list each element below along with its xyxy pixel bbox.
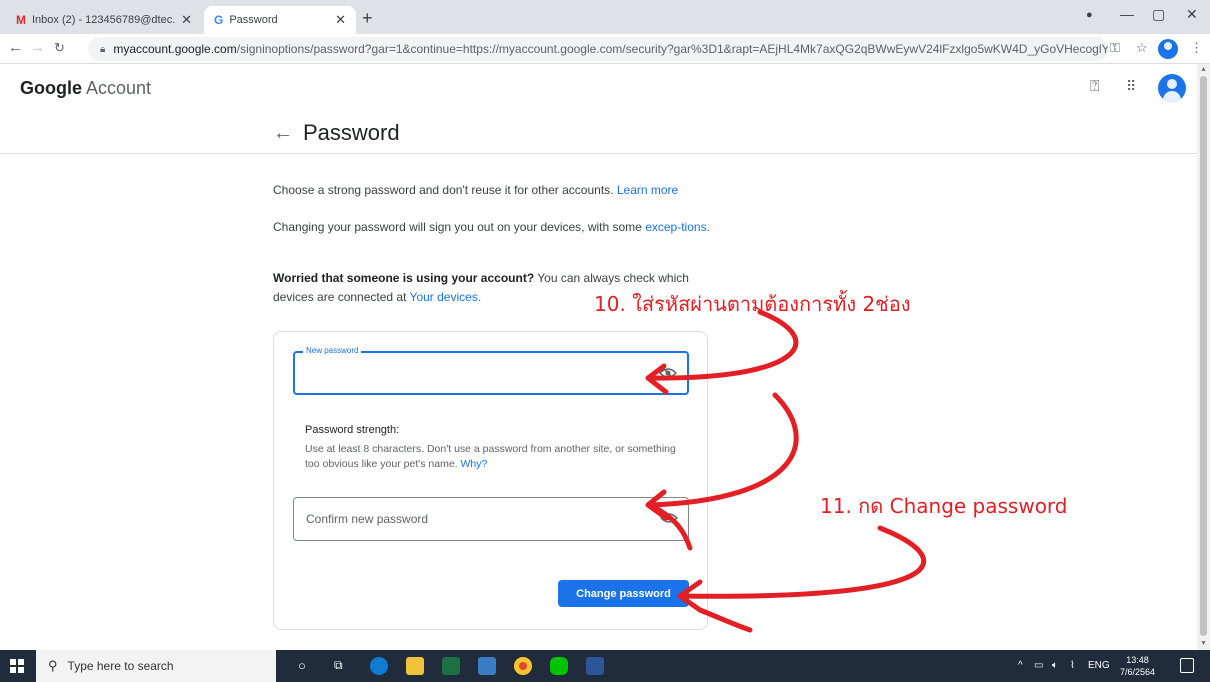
chrome-profile-avatar[interactable]: [1158, 39, 1178, 59]
confirm-password-field[interactable]: Confirm new password: [293, 497, 689, 541]
cortana-icon[interactable]: ○: [298, 658, 306, 673]
minimize-icon[interactable]: —: [1120, 6, 1134, 22]
key-icon[interactable]: ⚿: [1110, 40, 1120, 56]
address-bar[interactable]: 🔒︎ myaccount.google.com /signinoptions/p…: [88, 37, 1108, 61]
intro-text: Choose a strong password and don't reuse…: [273, 183, 679, 197]
search-icon: ⚲: [48, 658, 58, 673]
google-wordmark: Google: [20, 78, 82, 98]
learn-more-link[interactable]: Learn more: [617, 183, 678, 197]
back-icon[interactable]: ←: [8, 39, 23, 56]
browser-toolbar: ← → ↻ 🔒︎ myaccount.google.com /signinopt…: [0, 34, 1210, 64]
clock-date: 7/6/2564: [1120, 667, 1156, 677]
chrome-menu-icon[interactable]: ⋮: [1190, 40, 1203, 56]
windows-taskbar: ⚲ Type here to search ○ ⧉ ^ ▭ 🔈︎ ⌇ ENG 1…: [0, 650, 1210, 682]
incognito-icon[interactable]: ●: [1086, 9, 1093, 21]
google-account-header: Google Account ⍰ ⠿ ← Password: [0, 64, 1197, 154]
wifi-icon[interactable]: ⌇: [1070, 660, 1075, 671]
file-explorer-icon[interactable]: [406, 657, 424, 675]
volume-icon[interactable]: 🔈︎: [1052, 660, 1058, 671]
password-form-card: New password Password strength: Use at l…: [273, 331, 708, 630]
tab-inbox[interactable]: M Inbox (2) - 123456789@dtec.ac.th ✕: [6, 6, 202, 34]
notification-center-icon[interactable]: [1180, 658, 1194, 673]
app-icon[interactable]: [478, 657, 496, 675]
tab-title: Inbox (2) - 123456789@dtec.ac.th: [32, 14, 176, 26]
help-icon[interactable]: ⍰: [1090, 78, 1100, 96]
line-icon[interactable]: [550, 657, 568, 675]
reload-icon[interactable]: ↻: [54, 40, 65, 56]
close-tab-icon[interactable]: ✕: [181, 12, 192, 28]
bookmark-star-icon[interactable]: ☆: [1136, 40, 1148, 56]
forward-icon[interactable]: →: [30, 39, 45, 56]
clock-time: 13:48: [1126, 655, 1149, 665]
exceptions-link[interactable]: excep-tions.: [645, 220, 710, 234]
new-password-label: New password: [303, 346, 362, 355]
new-tab-button[interactable]: +: [362, 8, 373, 29]
edge-icon[interactable]: [370, 657, 388, 675]
change-password-button[interactable]: Change password: [558, 580, 689, 607]
battery-icon[interactable]: ▭: [1034, 660, 1043, 671]
chrome-icon[interactable]: [514, 657, 532, 675]
close-tab-icon[interactable]: ✕: [335, 12, 346, 28]
strength-description: Use at least 8 characters. Don't use a p…: [305, 443, 676, 470]
language-indicator[interactable]: ENG: [1088, 660, 1110, 671]
google-account-logo[interactable]: Google Account: [20, 78, 151, 99]
back-arrow-icon[interactable]: ←: [273, 122, 293, 145]
avatar[interactable]: [1158, 74, 1186, 102]
your-devices-link[interactable]: Your devices.: [410, 290, 482, 304]
url-path: /signinoptions/password?gar=1&continue=h…: [236, 42, 1108, 56]
scroll-up-icon[interactable]: ▲: [1200, 66, 1207, 73]
gmail-icon: M: [16, 13, 26, 27]
scroll-thumb[interactable]: [1200, 76, 1207, 636]
url-host: myaccount.google.com: [113, 42, 237, 56]
close-window-icon[interactable]: ✕: [1186, 6, 1198, 23]
why-link[interactable]: Why?: [461, 458, 488, 470]
word-icon[interactable]: [586, 657, 604, 675]
strength-title: Password strength:: [305, 424, 400, 436]
arrow-to-change-button: [677, 525, 927, 599]
annotation-step-11: 11. กด Change password: [820, 494, 1068, 518]
taskbar-search-input[interactable]: ⚲ Type here to search: [36, 650, 276, 682]
confirm-password-placeholder: Confirm new password: [306, 512, 429, 526]
tab-password[interactable]: G Password ✕: [204, 6, 356, 34]
account-wordmark: Account: [86, 78, 152, 98]
visibility-off-icon[interactable]: [659, 365, 677, 381]
scroll-down-icon[interactable]: ▼: [1200, 640, 1207, 647]
excel-icon[interactable]: [442, 657, 460, 675]
page-title: Password: [303, 120, 400, 145]
maximize-icon[interactable]: ▢: [1152, 6, 1165, 23]
visibility-off-icon[interactable]: [660, 510, 678, 526]
page-scrollbar[interactable]: ▲ ▼: [1197, 64, 1210, 650]
tab-strip: M Inbox (2) - 123456789@dtec.ac.th ✕ G P…: [0, 0, 1210, 34]
signout-note: Changing your password will sign you out…: [273, 220, 710, 234]
system-clock[interactable]: 13:48 7/6/2564: [1120, 654, 1155, 678]
google-icon: G: [214, 13, 224, 27]
lock-icon: 🔒︎: [100, 43, 106, 55]
annotation-step-10: 10. ใส่รหัสผ่านตามต้องการทั้ง 2ช่อง: [594, 292, 911, 316]
windows-start-icon[interactable]: [10, 659, 24, 673]
task-view-icon[interactable]: ⧉: [334, 658, 343, 673]
apps-grid-icon[interactable]: ⠿: [1126, 78, 1136, 95]
tab-title: Password: [229, 14, 278, 26]
tray-chevron-icon[interactable]: ^: [1018, 660, 1023, 671]
new-password-field[interactable]: New password: [293, 346, 689, 395]
